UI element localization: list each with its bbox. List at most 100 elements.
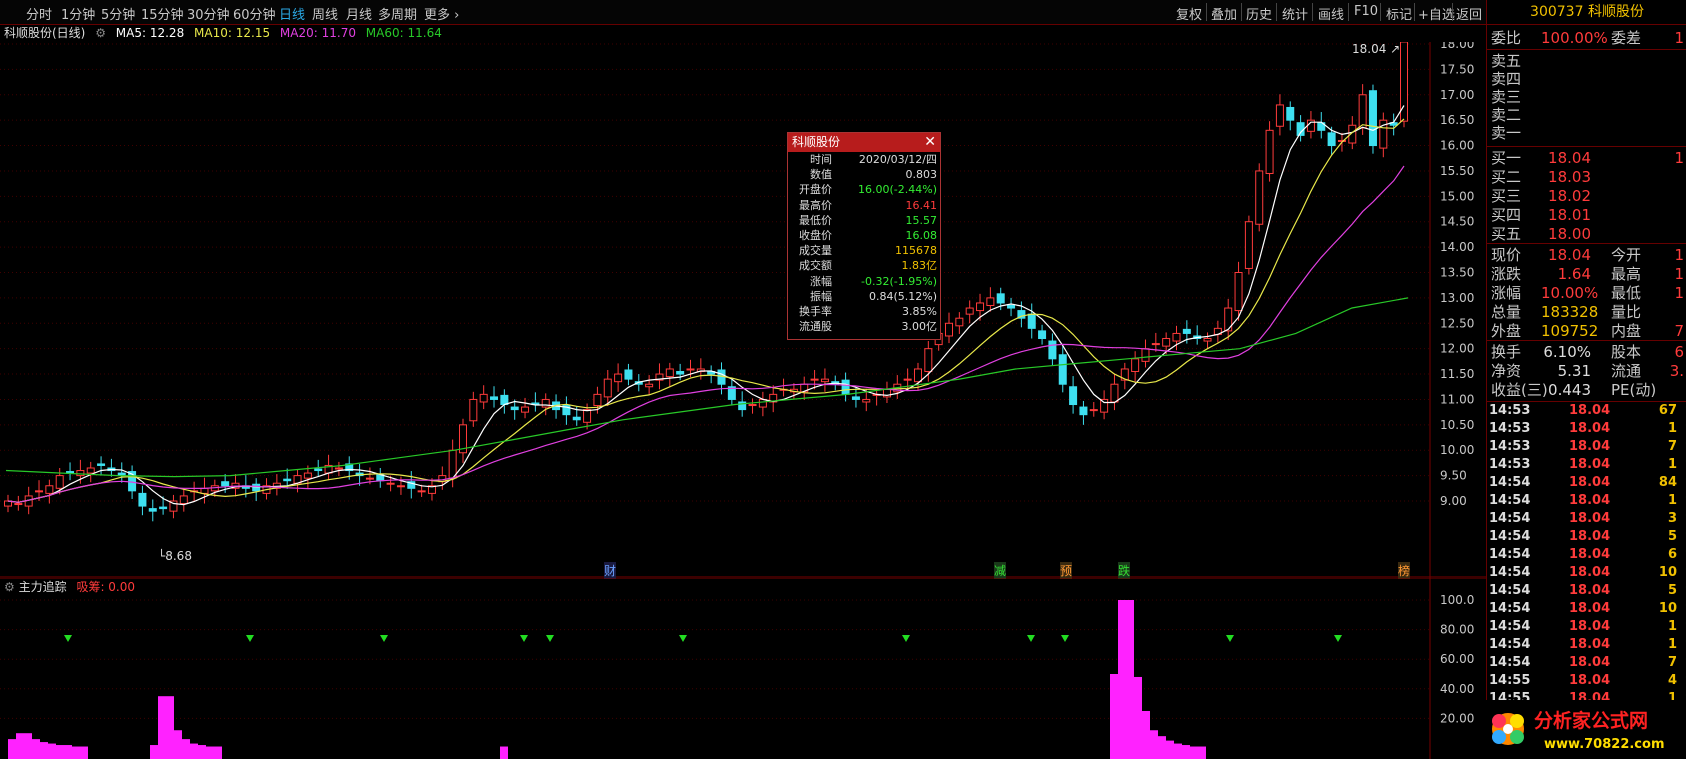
candle-body[interactable]: [97, 463, 106, 466]
candle-body[interactable]: [1027, 313, 1036, 329]
candle-body[interactable]: [1048, 340, 1057, 360]
candle-body[interactable]: [676, 371, 685, 375]
event-marker-finance[interactable]: 财: [604, 562, 617, 579]
candle-body[interactable]: [624, 369, 633, 380]
candle-body[interactable]: [572, 416, 581, 421]
period-tab-daily[interactable]: 日线: [279, 4, 305, 23]
candle-body[interactable]: [955, 317, 964, 327]
candle-body[interactable]: [396, 485, 405, 488]
candle-body[interactable]: [386, 482, 395, 485]
candle-body[interactable]: [35, 490, 44, 493]
add-watchlist-button[interactable]: +自选: [1418, 4, 1455, 23]
candle-body[interactable]: [976, 302, 985, 312]
period-tab-multi[interactable]: 多周期: [378, 4, 417, 23]
candle-body[interactable]: [510, 406, 519, 411]
candle-body[interactable]: [1265, 129, 1274, 174]
candle-body[interactable]: [645, 383, 654, 388]
period-tab-1min[interactable]: 1分钟: [61, 4, 95, 23]
period-tab-5min[interactable]: 5分钟: [101, 4, 135, 23]
period-tab-monthly[interactable]: 月线: [346, 4, 372, 23]
event-marker-forecast[interactable]: 预: [1060, 562, 1073, 579]
candle-body[interactable]: [200, 487, 209, 494]
candle-body[interactable]: [159, 506, 168, 510]
candle-body[interactable]: [1038, 330, 1047, 340]
candle-body[interactable]: [138, 492, 147, 507]
candle-body[interactable]: [55, 475, 64, 489]
settings-icon[interactable]: ⚙: [95, 26, 106, 40]
candle-body[interactable]: [1079, 406, 1088, 416]
close-icon[interactable]: ✕: [924, 133, 936, 152]
candle-body[interactable]: [913, 368, 922, 383]
candle-body[interactable]: [448, 449, 457, 479]
candle-body[interactable]: [686, 368, 695, 371]
candle-body[interactable]: [283, 478, 292, 482]
period-tab-15min[interactable]: 15分钟: [141, 4, 184, 23]
candle-body[interactable]: [1162, 338, 1171, 347]
candle-body[interactable]: [583, 409, 592, 423]
candle-body[interactable]: [820, 378, 829, 383]
candle-body[interactable]: [748, 404, 757, 407]
period-tab-weekly[interactable]: 周线: [312, 4, 338, 23]
candle-body[interactable]: [479, 393, 488, 403]
event-marker-list[interactable]: 榜: [1398, 562, 1411, 579]
candle-body[interactable]: [810, 378, 819, 381]
candle-body[interactable]: [924, 348, 933, 373]
candle-body[interactable]: [1275, 104, 1284, 127]
f10-button[interactable]: F10: [1354, 4, 1378, 19]
candle-body[interactable]: [1358, 94, 1367, 129]
stats-button[interactable]: 统计: [1282, 4, 1308, 23]
candle-body[interactable]: [1131, 358, 1140, 373]
candle-body[interactable]: [221, 481, 230, 487]
fuquan-button[interactable]: 复权: [1176, 4, 1202, 23]
more-menu[interactable]: 更多 ›: [424, 4, 459, 23]
candle-body[interactable]: [1141, 348, 1150, 362]
candle-body[interactable]: [1203, 338, 1212, 342]
candle-body[interactable]: [1151, 343, 1160, 346]
candle-body[interactable]: [903, 378, 912, 381]
candle-body[interactable]: [603, 378, 612, 398]
candle-body[interactable]: [996, 293, 1005, 304]
candle-body[interactable]: [1224, 307, 1233, 332]
candle-body[interactable]: [614, 373, 623, 383]
candle-body[interactable]: [1327, 132, 1336, 147]
candle-body[interactable]: [758, 398, 767, 408]
candle-body[interactable]: [417, 490, 426, 493]
candle-body[interactable]: [45, 485, 54, 494]
candle-body[interactable]: [1058, 354, 1067, 385]
candle-body[interactable]: [365, 477, 374, 480]
candle-body[interactable]: [1244, 221, 1253, 269]
candle-body[interactable]: [252, 483, 261, 492]
candle-body[interactable]: [490, 396, 499, 400]
candle-body[interactable]: [86, 467, 95, 474]
candle-body[interactable]: [1182, 328, 1191, 334]
candlestick-chart[interactable]: 18.00 17.50 17.00 16.50 16.00 15.50 15.00 14.50…: [0, 42, 1486, 578]
overlay-button[interactable]: 叠加: [1211, 4, 1237, 23]
candle-body[interactable]: [1110, 383, 1119, 403]
candle-body[interactable]: [1069, 386, 1078, 406]
candle-body[interactable]: [1172, 332, 1181, 342]
candle-body[interactable]: [841, 379, 850, 395]
candle-body[interactable]: [541, 398, 550, 408]
candle-body[interactable]: [314, 468, 323, 472]
candle-body[interactable]: [334, 467, 343, 470]
candle-body[interactable]: [862, 398, 871, 403]
candle-body[interactable]: [965, 307, 974, 315]
candle-body[interactable]: [851, 396, 860, 400]
period-tab-fenshi[interactable]: 分时: [26, 4, 52, 23]
candle-body[interactable]: [469, 398, 478, 422]
event-marker-drop[interactable]: 跌: [1118, 562, 1131, 579]
candle-body[interactable]: [945, 322, 954, 337]
event-marker-reduce[interactable]: 减: [994, 562, 1007, 579]
indicator-chart[interactable]: 100.0 80.00 60.00 40.00 20.00: [0, 578, 1486, 759]
candle-body[interactable]: [179, 495, 188, 505]
candle-body[interactable]: [1286, 106, 1295, 121]
candle-body[interactable]: [1234, 272, 1243, 312]
candle-body[interactable]: [148, 508, 157, 512]
candle-body[interactable]: [665, 368, 674, 378]
candle-body[interactable]: [1368, 90, 1377, 147]
period-tab-30min[interactable]: 30分钟: [187, 4, 230, 23]
candle-body[interactable]: [521, 406, 530, 413]
candle-body[interactable]: [1007, 305, 1016, 309]
mark-button[interactable]: 标记: [1386, 4, 1412, 23]
back-button[interactable]: 返回: [1456, 4, 1482, 23]
